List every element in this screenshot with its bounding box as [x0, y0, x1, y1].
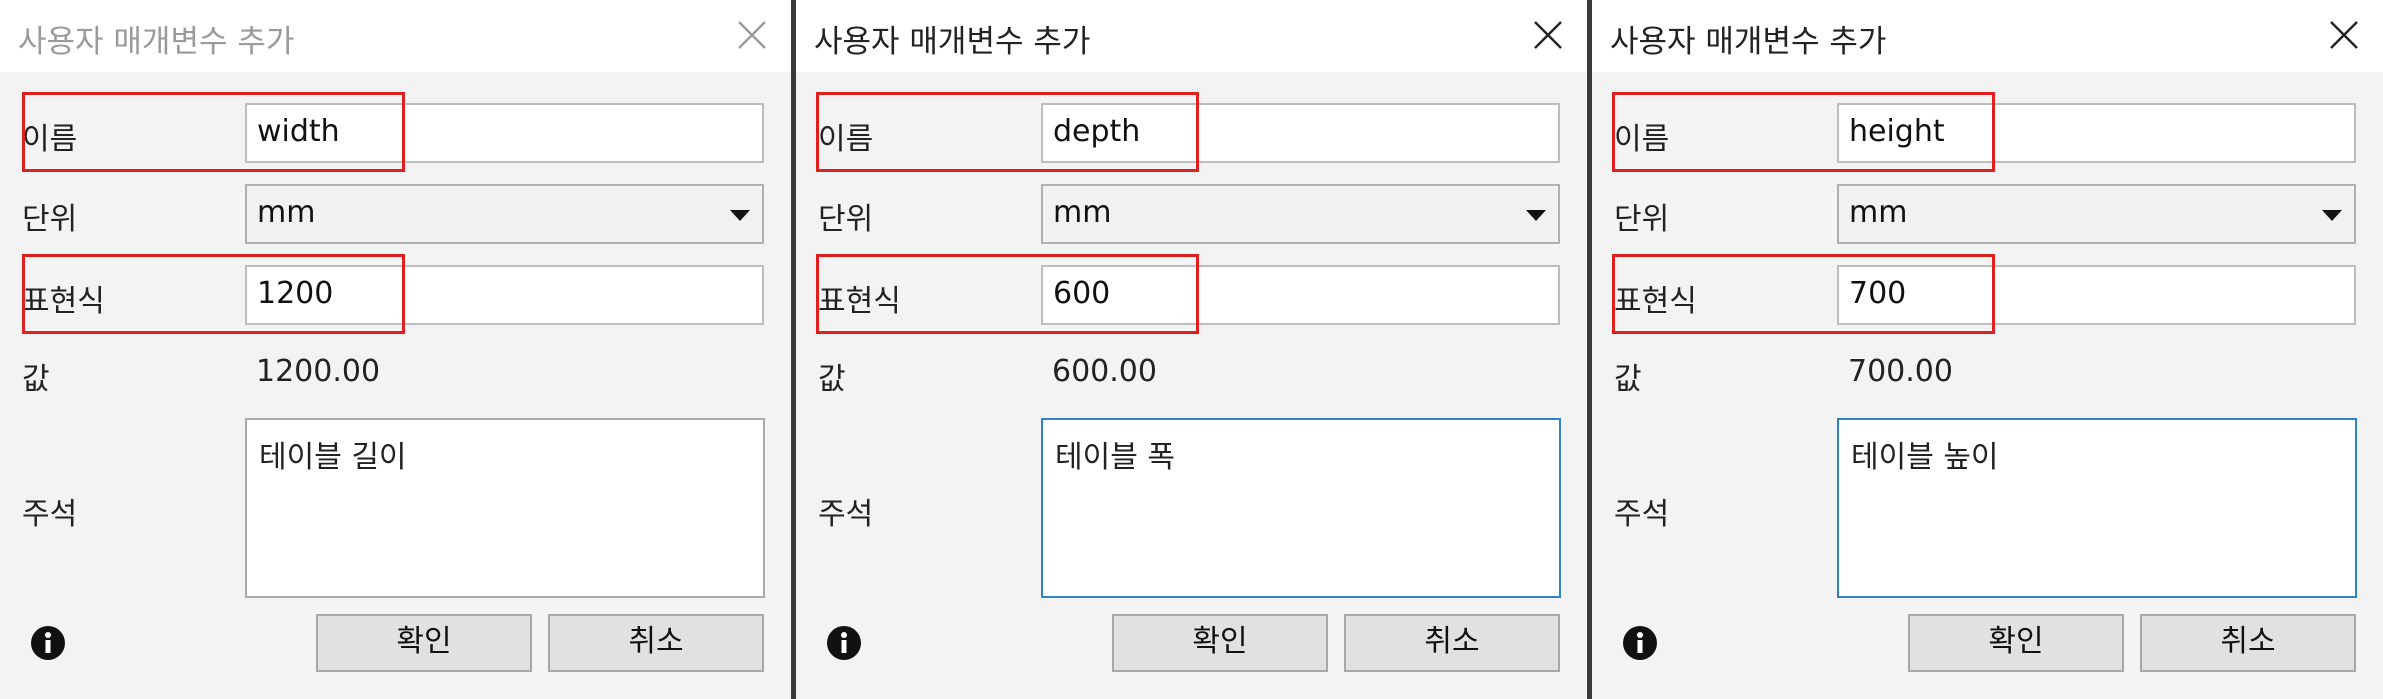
value-label: 값	[818, 362, 846, 397]
expression-field[interactable]: 700	[1837, 265, 2356, 325]
name-field[interactable]: height	[1837, 103, 2356, 163]
chevron-down-icon	[1526, 210, 1546, 221]
add-user-parameter-dialog-3: 사용자 매개변수 추가 이름 height 단위 mm 표현식 700 값 70…	[1592, 0, 2383, 699]
info-icon[interactable]	[30, 625, 66, 661]
value-label: 값	[1614, 362, 1642, 397]
dialog-title: 사용자 매개변수 추가	[814, 24, 1091, 60]
name-label: 이름	[22, 122, 78, 157]
unit-select[interactable]: mm	[1041, 184, 1560, 244]
unit-select[interactable]: mm	[1837, 184, 2356, 244]
ok-button[interactable]: 확인	[1112, 614, 1328, 672]
unit-label: 단위	[1614, 202, 1670, 237]
chevron-down-icon	[2322, 210, 2342, 221]
dialog-title: 사용자 매개변수 추가	[1610, 24, 1887, 60]
note-field[interactable]: 테이블 높이	[1837, 418, 2357, 598]
divider	[1587, 0, 1591, 699]
ok-button[interactable]: 확인	[1908, 614, 2124, 672]
cancel-button[interactable]: 취소	[2140, 614, 2356, 672]
chevron-down-icon	[730, 210, 750, 221]
note-field[interactable]: 테이블 길이	[245, 418, 765, 598]
ok-button[interactable]: 확인	[316, 614, 532, 672]
expression-label: 표현식	[22, 284, 105, 319]
unit-value: mm	[257, 195, 316, 230]
expression-label: 표현식	[818, 284, 901, 319]
close-icon[interactable]	[1529, 16, 1567, 54]
computed-value: 1200.00	[256, 354, 381, 389]
name-label: 이름	[818, 122, 874, 157]
close-icon[interactable]	[2325, 16, 2363, 54]
value-label: 값	[22, 362, 50, 397]
name-field[interactable]: depth	[1041, 103, 1560, 163]
unit-label: 단위	[22, 202, 78, 237]
close-icon[interactable]	[733, 16, 771, 54]
expression-field[interactable]: 1200	[245, 265, 764, 325]
note-field[interactable]: 테이블 폭	[1041, 418, 1561, 598]
add-user-parameter-dialog-1: 사용자 매개변수 추가 이름 width 단위 mm 표현식 1200 값 12…	[0, 0, 791, 699]
unit-value: mm	[1849, 195, 1908, 230]
dialog-title: 사용자 매개변수 추가	[18, 24, 295, 60]
info-icon[interactable]	[826, 625, 862, 661]
note-label: 주석	[22, 497, 78, 532]
unit-select[interactable]: mm	[245, 184, 764, 244]
divider	[791, 0, 795, 699]
note-label: 주석	[1614, 497, 1670, 532]
name-label: 이름	[1614, 122, 1670, 157]
cancel-button[interactable]: 취소	[1344, 614, 1560, 672]
info-icon[interactable]	[1622, 625, 1658, 661]
expression-field[interactable]: 600	[1041, 265, 1560, 325]
add-user-parameter-dialog-2: 사용자 매개변수 추가 이름 depth 단위 mm 표현식 600 값 600…	[796, 0, 1587, 699]
cancel-button[interactable]: 취소	[548, 614, 764, 672]
computed-value: 700.00	[1848, 354, 1953, 389]
name-field[interactable]: width	[245, 103, 764, 163]
unit-value: mm	[1053, 195, 1112, 230]
computed-value: 600.00	[1052, 354, 1157, 389]
unit-label: 단위	[818, 202, 874, 237]
title-bar: 사용자 매개변수 추가	[0, 0, 791, 72]
expression-label: 표현식	[1614, 284, 1697, 319]
note-label: 주석	[818, 497, 874, 532]
title-bar: 사용자 매개변수 추가	[796, 0, 1587, 72]
title-bar: 사용자 매개변수 추가	[1592, 0, 2383, 72]
